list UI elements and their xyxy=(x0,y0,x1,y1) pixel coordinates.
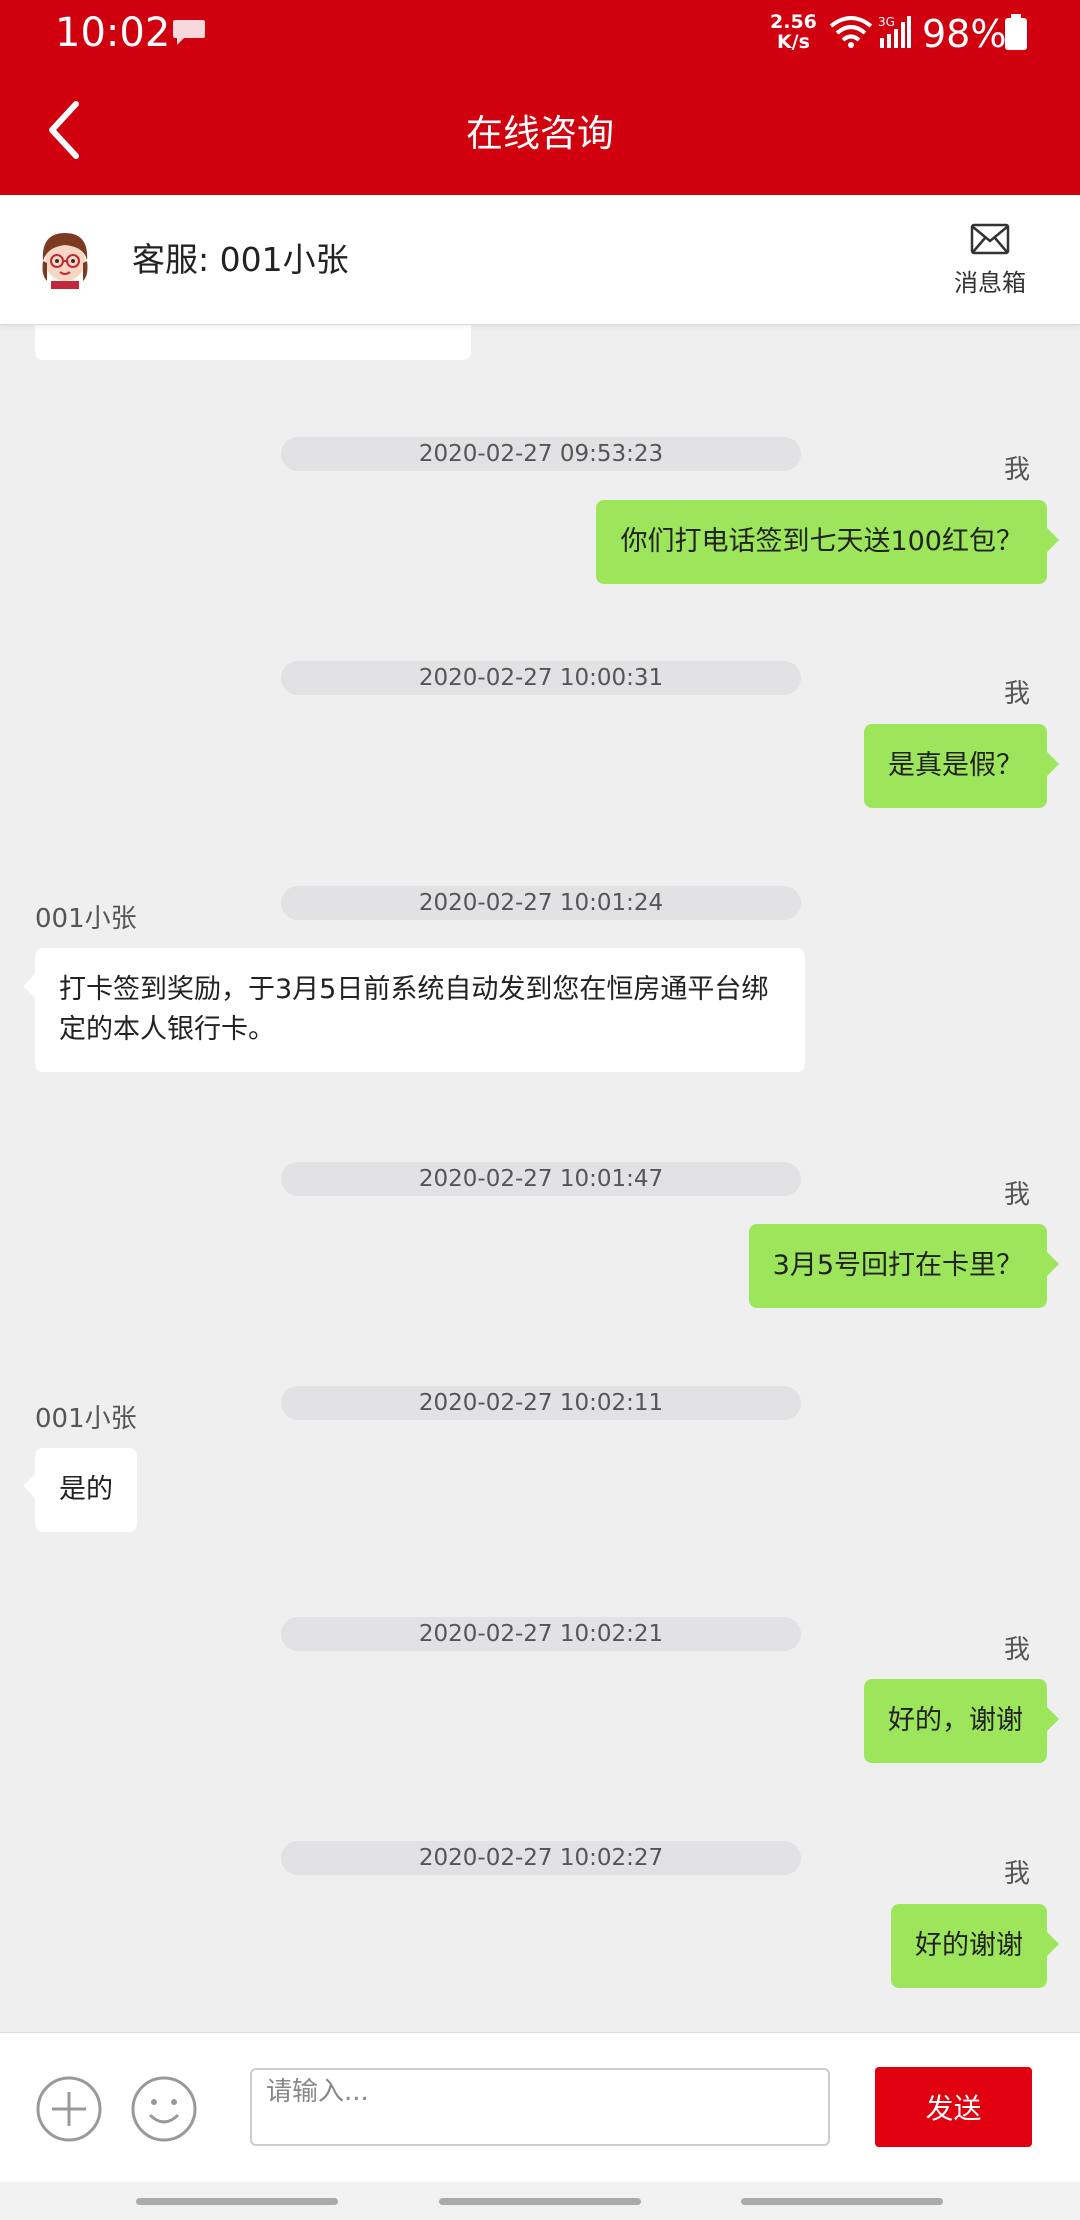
system-nav-bar xyxy=(0,2182,1080,2220)
message-sender: 我 xyxy=(1003,1859,1030,1889)
network-speed-value: 2.56 xyxy=(770,11,817,33)
message-timestamp: 2020-02-27 09:53:23 xyxy=(281,437,801,471)
network-type: 3G xyxy=(878,15,895,29)
message-timestamp: 2020-02-27 10:02:27 xyxy=(281,1841,801,1875)
battery-level: 98% xyxy=(922,12,1007,56)
app-header: 10:02 2.56 K/s 3G 98% 在线咨询 xyxy=(0,0,1080,195)
message-notification-icon xyxy=(173,20,205,45)
message-sender: 我 xyxy=(1003,455,1030,485)
message-timestamp: 2020-02-27 10:02:21 xyxy=(281,1617,801,1651)
status-time: 10:02 xyxy=(55,10,171,56)
message-timestamp: 2020-02-27 10:01:24 xyxy=(281,886,801,920)
nav-recents-pill[interactable] xyxy=(136,2198,338,2205)
network-speed: 2.56 K/s xyxy=(770,12,817,52)
chat-bubble-me: 好的谢谢 xyxy=(891,1904,1059,1988)
status-bar: 10:02 2.56 K/s 3G 98% xyxy=(0,0,1080,68)
smiley-icon[interactable] xyxy=(130,2075,198,2143)
nav-home-pill[interactable] xyxy=(439,2198,641,2205)
chat-bubble-agent: 打卡签到奖励，于3月5日前系统自动发到您在恒房通平台绑定的本人银行卡。 xyxy=(23,948,805,1072)
message-timestamp: 2020-02-27 10:01:47 xyxy=(281,1162,801,1196)
message-timestamp: 2020-02-27 10:02:11 xyxy=(281,1386,801,1420)
chat-bubble-me: 好的，谢谢 xyxy=(864,1679,1059,1763)
page-title: 在线咨询 xyxy=(466,112,614,155)
nav-back-pill[interactable] xyxy=(741,2198,943,2205)
chat-bubble-me: 3月5号回打在卡里？ xyxy=(748,1224,1060,1308)
message-sender: 001小张 xyxy=(35,904,137,934)
battery-icon xyxy=(1005,14,1027,50)
envelope-icon xyxy=(970,223,1010,255)
message-sender: 我 xyxy=(1003,679,1030,709)
agent-bar: 客服: 001小张 消息箱 xyxy=(0,195,1080,325)
composer-bar: 发送 xyxy=(0,2032,1080,2182)
network-speed-unit: K/s xyxy=(776,31,810,53)
signal-icon: 3G xyxy=(878,15,911,48)
plus-icon[interactable] xyxy=(35,2075,103,2143)
agent-name: 客服: 001小张 xyxy=(132,240,349,279)
message-timestamp: 2020-02-27 10:00:31 xyxy=(281,661,801,695)
message-sender: 我 xyxy=(1003,1180,1030,1210)
chat-area[interactable]: 2020-02-27 09:53:23 我 你们打电话签到七天送100红包？ 2… xyxy=(0,325,1080,2032)
chat-bubble-me: 你们打电话签到七天送100红包？ xyxy=(596,500,1059,584)
inbox-label: 消息箱 xyxy=(954,269,1026,297)
previous-message-fragment xyxy=(35,325,471,360)
send-button[interactable]: 发送 xyxy=(875,2067,1032,2147)
chat-bubble-agent: 是的 xyxy=(23,1448,137,1532)
inbox-button[interactable]: 消息箱 xyxy=(940,223,1040,298)
chat-bubble-me: 是真是假？ xyxy=(864,724,1059,808)
avatar xyxy=(42,233,88,289)
message-sender: 我 xyxy=(1003,1635,1030,1665)
message-sender: 001小张 xyxy=(35,1404,137,1434)
message-input[interactable] xyxy=(250,2068,830,2146)
wifi-icon xyxy=(829,16,873,48)
